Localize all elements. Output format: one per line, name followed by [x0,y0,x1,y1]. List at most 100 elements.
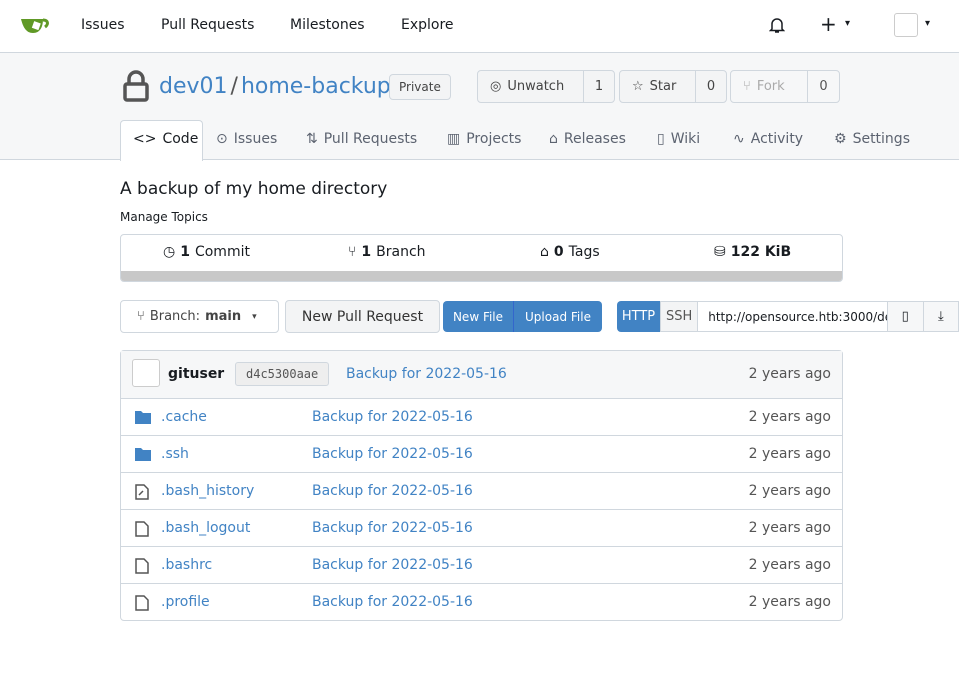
gitea-logo[interactable] [20,13,52,39]
folder-icon [135,410,151,428]
upload-file-button[interactable]: Upload File [514,301,602,332]
manage-topics-link[interactable]: Manage Topics [120,210,208,224]
branch-dropdown[interactable]: ⑂ Branch: main ▾ [120,300,279,333]
file-commit-message[interactable]: Backup for 2022-05-16 [312,409,473,425]
watch-count[interactable]: 1 [584,79,614,94]
tag-count: 0 [553,244,564,260]
file-name[interactable]: .bash_logout [161,520,250,536]
tab-label: Wiki [670,131,701,147]
tag-icon: ⌂ [549,131,558,147]
tab-code[interactable]: <> Code [133,131,198,147]
commit-sha[interactable]: d4c5300aae [235,362,330,386]
tab-projects[interactable]: ▥ Projects [447,131,521,147]
http-button[interactable]: HTTP [617,301,661,332]
unwatch-label: Unwatch [507,79,565,94]
nav-milestones[interactable]: Milestones [290,17,365,33]
file-row: .bashrc Backup for 2022-05-16 2 years ag… [121,546,842,583]
bell-icon[interactable] [769,17,785,34]
file-row: .bash_history Backup for 2022-05-16 2 ye… [121,472,842,509]
pull-request-icon: ⇅ [306,131,318,147]
star-label: Star [649,79,677,94]
lock-icon [123,70,149,102]
file-commit-message[interactable]: Backup for 2022-05-16 [312,594,473,610]
file-name[interactable]: .bashrc [161,557,212,573]
tab-issues[interactable]: ⊙ Issues [216,131,277,147]
repo-name-link[interactable]: home-backup [241,74,391,99]
ssh-button[interactable]: SSH [660,301,699,332]
tab-pull-requests[interactable]: ⇅ Pull Requests [306,131,417,147]
star-count[interactable]: 0 [696,79,726,94]
nav-pull-requests[interactable]: Pull Requests [161,17,254,33]
tab-label: Code [162,131,199,147]
file-row: .cache Backup for 2022-05-16 2 years ago [121,398,842,435]
file-actions: New File Upload File [443,301,602,332]
file-commit-message[interactable]: Backup for 2022-05-16 [312,483,473,499]
history-icon: ◷ [163,244,176,260]
file-name[interactable]: .ssh [161,446,189,462]
tags-stat[interactable]: ⌂ 0 Tags [540,244,600,260]
chevron-down-icon[interactable]: ▾ [925,18,930,29]
file-icon [135,558,149,578]
path-separator: / [230,74,238,99]
file-name[interactable]: .profile [161,594,210,610]
fork-count[interactable]: 0 [808,79,839,94]
eye-slash-icon: ◎ [490,79,502,94]
fork-label: Fork [756,79,785,94]
download-icon[interactable]: ⤓ [923,301,959,332]
issue-icon: ⊙ [216,131,228,147]
nav-issues[interactable]: Issues [81,17,125,33]
nav-explore[interactable]: Explore [401,17,454,33]
create-plus-icon[interactable]: + [820,12,837,36]
branch-name: main [205,309,242,324]
branches-stat[interactable]: ⑂ 1 Branch [348,244,426,260]
unwatch-button[interactable]: ◎ Unwatch 1 [477,70,615,103]
file-age: 2 years ago [748,409,831,425]
tab-activity[interactable]: ∿ Activity [733,131,803,147]
branch-count: 1 [361,244,372,260]
repo-size: 122 KiB [730,244,792,260]
star-button[interactable]: ☆ Star 0 [619,70,727,103]
file-name[interactable]: .bash_history [161,483,254,499]
chevron-down-icon[interactable]: ▾ [845,18,850,29]
tab-label: Settings [852,131,910,147]
size-stat: ⛁ 122 KiB [714,244,791,260]
fork-icon: ⑂ [743,79,751,94]
file-commit-message[interactable]: Backup for 2022-05-16 [312,557,473,573]
file-age: 2 years ago [748,557,831,573]
commit-author[interactable]: gituser [168,366,224,382]
branch-label: Branch [376,244,426,260]
language-bar [121,271,842,281]
commit-count: 1 [180,244,190,260]
commit-message[interactable]: Backup for 2022-05-16 [346,366,507,382]
copy-icon[interactable]: ▯ [887,301,924,332]
tag-label: Tags [568,244,600,260]
avatar[interactable] [132,359,160,387]
file-commit-message[interactable]: Backup for 2022-05-16 [312,520,473,536]
book-icon: ▯ [657,131,665,147]
new-file-button[interactable]: New File [443,301,514,332]
repo-owner-link[interactable]: dev01 [159,74,228,99]
file-name[interactable]: .cache [161,409,207,425]
new-pull-request-button[interactable]: New Pull Request [285,300,440,333]
tab-wiki[interactable]: ▯ Wiki [657,131,700,147]
fork-button[interactable]: ⑂ Fork 0 [730,70,840,103]
tab-releases[interactable]: ⌂ Releases [549,131,626,147]
tab-settings[interactable]: ⚙ Settings [834,131,910,147]
code-icon: <> [133,131,157,147]
file-table: gituser d4c5300aae Backup for 2022-05-16… [120,350,843,621]
branch-icon: ⑂ [137,309,145,324]
commits-stat[interactable]: ◷ 1 Commit [163,244,250,260]
tools-icon: ⚙ [834,131,847,147]
star-icon: ☆ [632,79,644,94]
tab-label: Activity [750,131,804,147]
file-row: .profile Backup for 2022-05-16 2 years a… [121,583,842,620]
file-age: 2 years ago [748,483,831,499]
file-row: .ssh Backup for 2022-05-16 2 years ago [121,435,842,472]
clone-url-input[interactable]: http://opensource.htb:3000/dev01/home-ba… [698,301,888,332]
avatar[interactable] [894,13,918,37]
project-icon: ▥ [447,131,461,147]
pulse-icon: ∿ [733,131,745,147]
latest-commit-row: gituser d4c5300aae Backup for 2022-05-16… [121,351,842,398]
file-age: 2 years ago [748,594,831,610]
file-commit-message[interactable]: Backup for 2022-05-16 [312,446,473,462]
